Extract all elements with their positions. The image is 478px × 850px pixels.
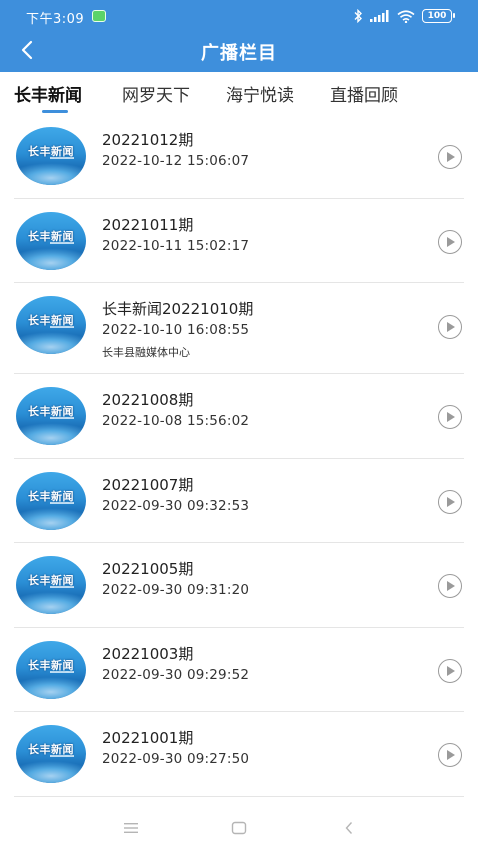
episode-title: 20221005期 <box>102 560 194 578</box>
episode-title: 20221011期 <box>102 215 194 234</box>
episode-thumbnail: 长丰新闻 <box>16 211 86 270</box>
play-icon <box>447 152 455 162</box>
home-square-icon <box>231 821 247 835</box>
episode-thumbnail: 长丰新闻 <box>16 387 86 445</box>
play-button[interactable] <box>438 145 462 169</box>
episode-date: 2022-10-11 15:02:17 <box>102 237 250 254</box>
list-item[interactable]: 长丰新闻 20221003期 2022-09-30 09:29:52 <box>0 628 478 712</box>
episode-title: 20221012期 <box>102 131 194 149</box>
thumbnail-logo-text: 长丰新闻 <box>28 145 74 158</box>
back-arrow-icon <box>345 822 353 834</box>
thumbnail-logo-text: 长丰新闻 <box>28 314 74 327</box>
episode-date: 2022-10-12 15:06:07 <box>102 153 250 169</box>
play-button[interactable] <box>438 658 462 683</box>
play-icon <box>447 412 455 422</box>
battery-icon: 100 <box>422 9 455 23</box>
app-header: 下午3:09 100 广播栏目 <box>0 0 478 72</box>
play-icon <box>447 665 455 676</box>
status-time: 下午3:09 <box>26 12 85 27</box>
episode-title: 20221007期 <box>102 475 194 494</box>
episode-date: 2022-09-30 09:32:53 <box>102 497 250 514</box>
menu-icon <box>124 823 138 833</box>
play-button[interactable] <box>438 489 462 514</box>
thumbnail-logo-text: 长丰新闻 <box>28 489 74 503</box>
episode-thumbnail: 长丰新闻 <box>16 640 86 699</box>
episode-list: 长丰新闻 20221012期 2022-10-12 15:06:07 长丰新闻 … <box>0 114 478 797</box>
tab-haining-reading[interactable]: 海宁悦读 <box>226 81 294 106</box>
episode-date: 2022-09-30 09:27:50 <box>102 751 250 767</box>
list-item[interactable]: 长丰新闻 20221001期 2022-09-30 09:27:50 <box>0 712 478 797</box>
play-icon <box>447 496 455 507</box>
status-bar: 下午3:09 100 <box>0 0 478 32</box>
episode-date: 2022-10-10 16:08:55 <box>102 322 250 338</box>
episode-title: 20221001期 <box>102 729 194 747</box>
play-button[interactable] <box>438 574 462 598</box>
list-item[interactable]: 长丰新闻 20221012期 2022-10-12 15:06:07 <box>0 114 478 199</box>
play-icon <box>447 581 455 591</box>
play-button[interactable] <box>438 405 462 429</box>
episode-thumbnail: 长丰新闻 <box>16 556 86 614</box>
divider <box>14 795 464 797</box>
bluetooth-icon <box>354 9 362 23</box>
play-button[interactable] <box>438 229 462 254</box>
list-item[interactable]: 长丰新闻 20221008期 2022-10-08 15:56:02 <box>0 374 478 459</box>
tab-changfeng-news[interactable]: 长丰新闻 <box>14 81 82 106</box>
active-tab-indicator <box>42 110 68 113</box>
home-button[interactable] <box>228 818 250 838</box>
episode-date: 2022-09-30 09:29:52 <box>102 666 250 683</box>
page-title: 广播栏目 <box>201 43 277 64</box>
play-icon <box>447 322 455 332</box>
list-item[interactable]: 长丰新闻 20221005期 2022-09-30 09:31:20 <box>0 543 478 628</box>
thumbnail-logo-text: 长丰新闻 <box>28 229 74 243</box>
wifi-icon <box>397 9 415 23</box>
episode-thumbnail: 长丰新闻 <box>16 127 86 185</box>
system-nav-bar <box>0 806 478 850</box>
episode-title: 20221008期 <box>102 391 194 409</box>
episode-thumbnail: 长丰新闻 <box>16 471 86 530</box>
episode-thumbnail: 长丰新闻 <box>16 296 86 354</box>
tab-live-review[interactable]: 直播回顾 <box>330 81 398 106</box>
list-item[interactable]: 长丰新闻 20221007期 2022-09-30 09:32:53 <box>0 459 478 543</box>
list-item[interactable]: 长丰新闻 长丰新闻20221010期 2022-10-10 16:08:55 长… <box>0 283 478 374</box>
episode-thumbnail: 长丰新闻 <box>16 725 86 783</box>
thumbnail-logo-text: 长丰新闻 <box>28 743 74 756</box>
play-icon <box>447 236 455 247</box>
signal-icon <box>370 10 389 22</box>
play-button[interactable] <box>438 743 462 767</box>
play-button[interactable] <box>438 315 462 339</box>
episode-title: 长丰新闻20221010期 <box>102 300 254 318</box>
list-item[interactable]: 长丰新闻 20221011期 2022-10-11 15:02:17 <box>0 199 478 283</box>
episode-title: 20221003期 <box>102 644 194 663</box>
episode-source: 长丰县融媒体中心 <box>102 346 190 359</box>
thumbnail-logo-text: 长丰新闻 <box>28 574 74 587</box>
notification-app-icon <box>92 10 106 22</box>
thumbnail-logo-text: 长丰新闻 <box>28 405 74 418</box>
tab-world-news[interactable]: 网罗天下 <box>122 81 190 106</box>
episode-date: 2022-10-08 15:56:02 <box>102 413 250 429</box>
category-tabs: 长丰新闻 网罗天下 海宁悦读 直播回顾 <box>0 72 478 120</box>
nav-bar: 广播栏目 <box>0 32 478 72</box>
menu-button[interactable] <box>120 818 142 838</box>
thumbnail-logo-text: 长丰新闻 <box>28 658 74 672</box>
play-icon <box>447 750 455 760</box>
system-back-button[interactable] <box>338 818 360 838</box>
status-indicators: 100 <box>353 7 455 25</box>
episode-date: 2022-09-30 09:31:20 <box>102 582 250 598</box>
